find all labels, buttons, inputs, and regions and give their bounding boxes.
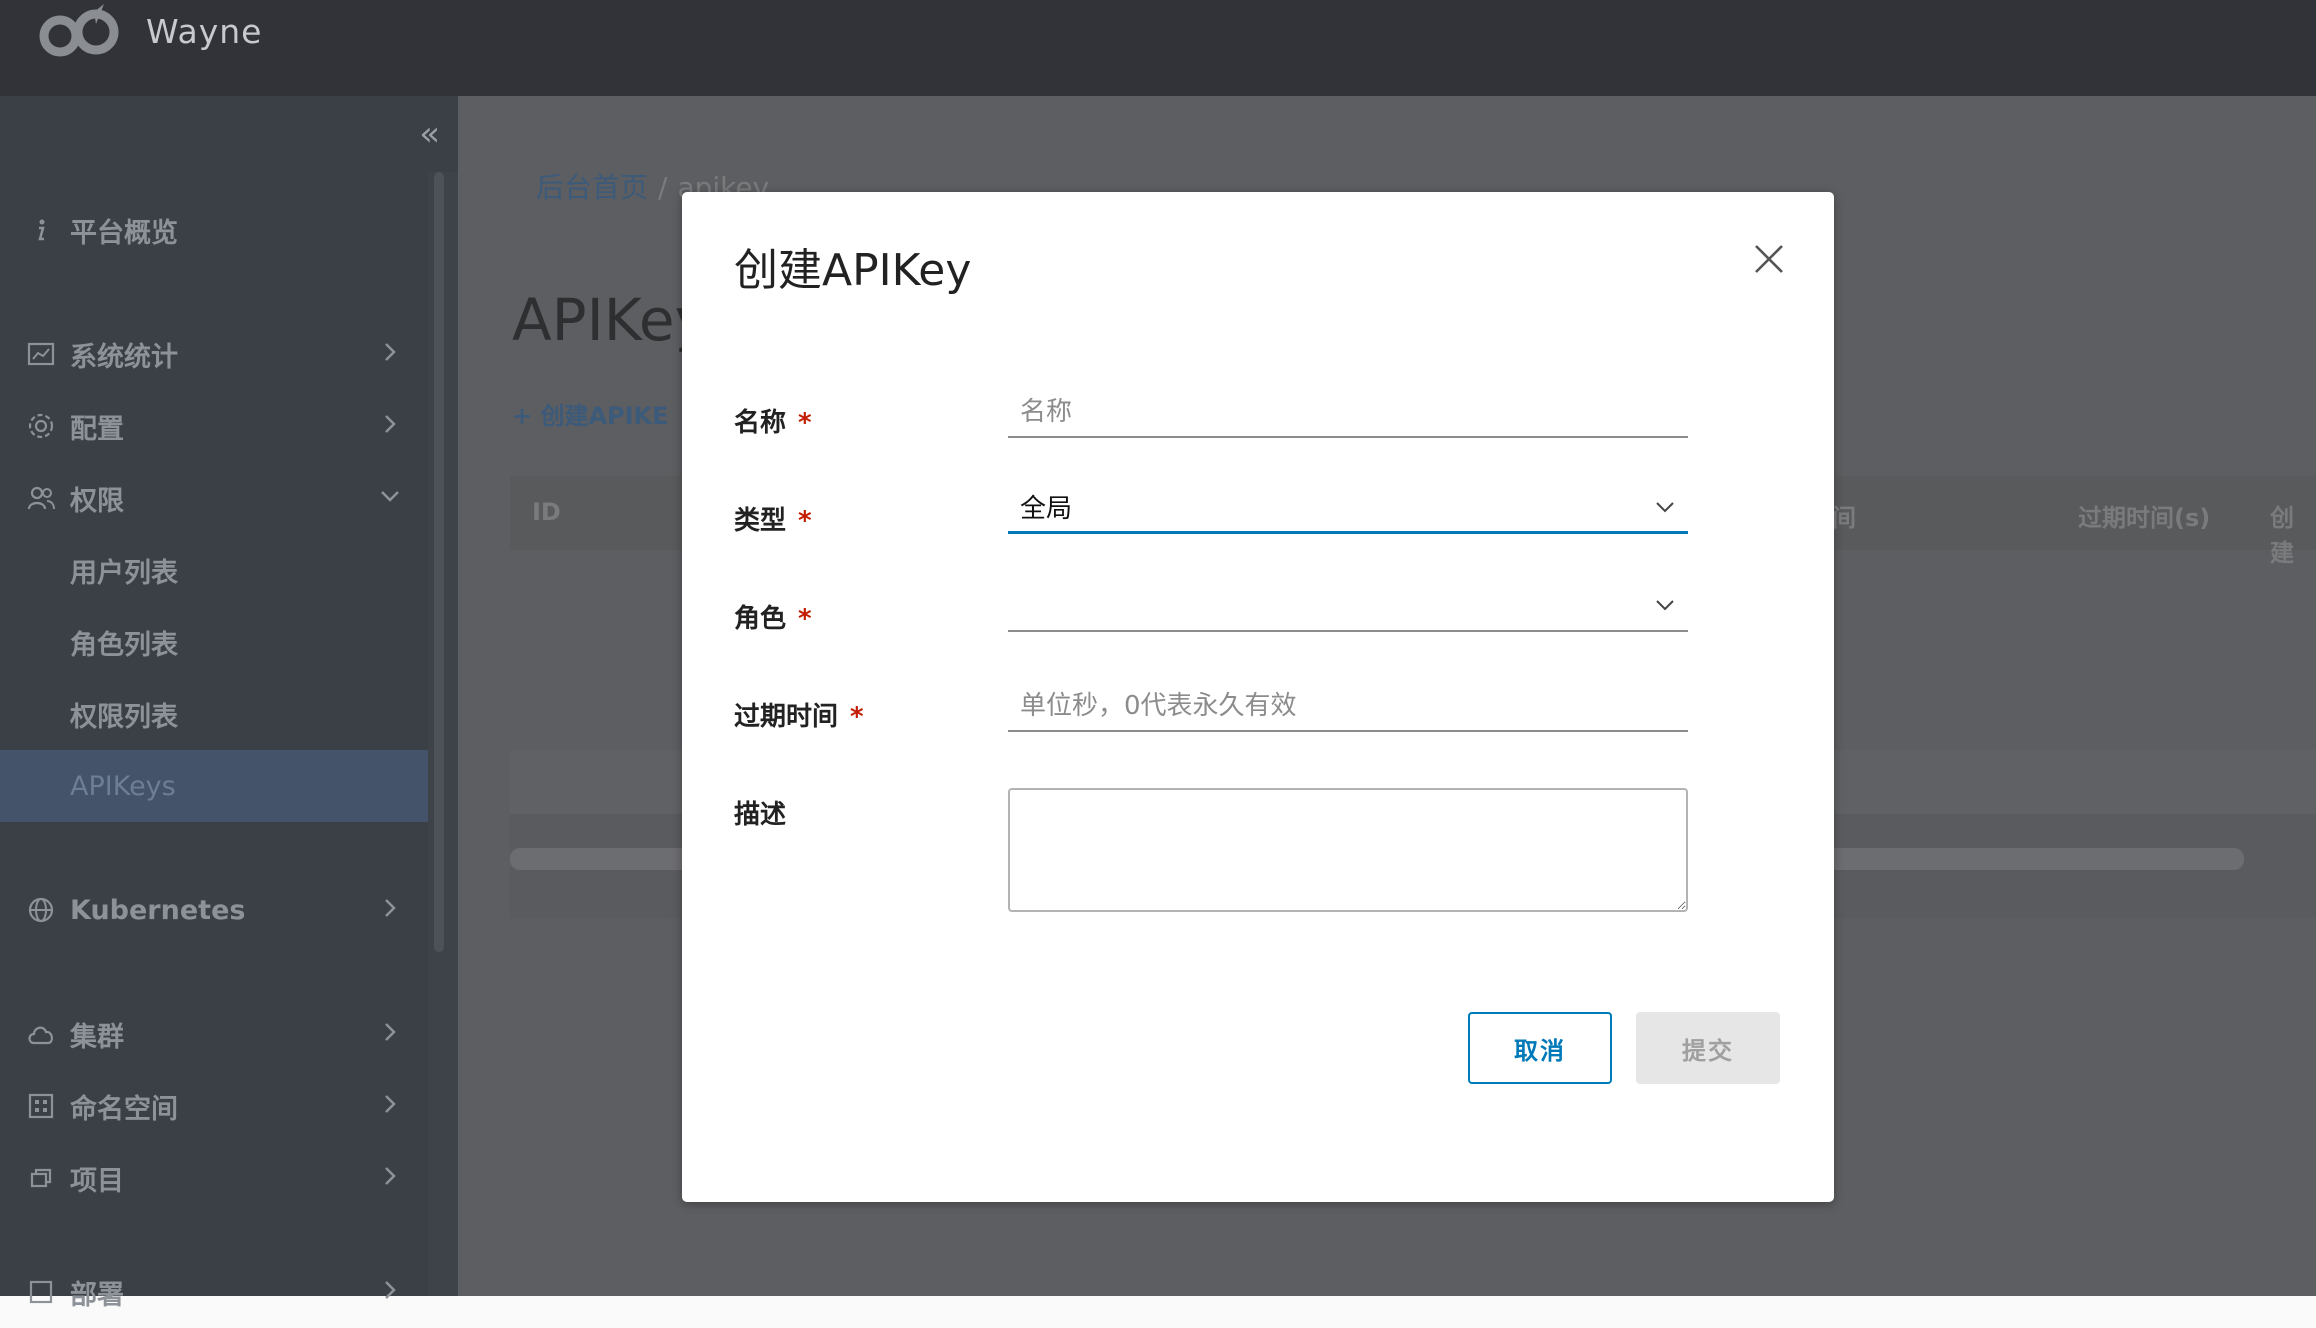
- expire-label: 过期时间 *: [734, 696, 864, 733]
- sidebar-item-user-list[interactable]: 用户列表: [0, 534, 428, 606]
- users-icon: [26, 483, 56, 513]
- sidebar-item-label: 集群: [70, 1021, 124, 1053]
- type-label: 类型 *: [734, 500, 812, 537]
- column-header-id[interactable]: ID: [532, 498, 561, 526]
- copy-icon: [26, 1163, 56, 1193]
- sidebar-item-kubernetes[interactable]: Kubernetes: [0, 874, 428, 946]
- name-input[interactable]: [1008, 388, 1688, 438]
- wayne-logo-icon: [39, 4, 119, 57]
- type-select[interactable]: 全局: [1008, 482, 1688, 534]
- expire-label-text: 过期时间: [734, 702, 839, 732]
- brand-name: Wayne: [146, 12, 263, 51]
- submit-button[interactable]: 提交: [1636, 1012, 1780, 1084]
- sidebar-item-config[interactable]: 配置: [0, 390, 428, 462]
- cloud-icon: [26, 1019, 56, 1049]
- required-marker: *: [798, 408, 812, 438]
- sidebar-item-namespaces[interactable]: 命名空间: [0, 1070, 428, 1142]
- sidebar-item-label: 配置: [70, 413, 124, 445]
- sidebar-item-label: 用户列表: [70, 557, 178, 589]
- column-header-expire[interactable]: 过期时间(s): [2078, 498, 2210, 533]
- sidebar-item-label: 权限: [70, 485, 124, 517]
- sidebar-item-label: APIKeys: [70, 770, 176, 802]
- column-header-time[interactable]: 间: [1832, 498, 1856, 533]
- info-icon: [26, 215, 56, 245]
- sidebar-item-clusters[interactable]: 集群: [0, 998, 428, 1070]
- sidebar-item-label: 平台概览: [70, 217, 178, 249]
- sidebar-item-label: 系统统计: [70, 341, 178, 373]
- role-label: 角色 *: [734, 598, 812, 635]
- sidebar-item-label: 角色列表: [70, 629, 178, 661]
- collapse-sidebar-icon[interactable]: «: [419, 114, 440, 154]
- sidebar-item-apikeys[interactable]: APIKeys: [0, 750, 428, 822]
- dialog-title: 创建APIKey: [734, 245, 972, 296]
- role-label-text: 角色: [734, 604, 787, 634]
- chart-icon: [26, 339, 56, 369]
- sidebar-item-permission-list[interactable]: 权限列表: [0, 678, 428, 750]
- sidebar: « 平台概览 系统统计 配置 权限 用户列表 角色列表 权限列表 APIKeys…: [0, 96, 458, 1311]
- sidebar-item-label: 命名空间: [70, 1093, 178, 1125]
- description-textarea[interactable]: [1008, 788, 1688, 912]
- column-header-created[interactable]: 创建: [2270, 498, 2316, 568]
- create-apikey-link[interactable]: + 创建APIKE: [512, 396, 669, 431]
- type-selected-value: 全局: [1020, 494, 1073, 524]
- chevron-right-icon: [385, 1023, 396, 1041]
- sidebar-scroll-thumb[interactable]: [434, 172, 444, 952]
- sidebar-item-role-list[interactable]: 角色列表: [0, 606, 428, 678]
- breadcrumb-separator: /: [658, 171, 668, 204]
- chevron-right-icon: [385, 1281, 396, 1299]
- sidebar-item-label: 项目: [70, 1165, 124, 1197]
- top-header: Wayne: [0, 0, 2316, 96]
- grid-icon: [26, 1091, 56, 1121]
- chevron-right-icon: [385, 415, 396, 433]
- name-label: 名称 *: [734, 402, 812, 439]
- close-icon[interactable]: [1752, 242, 1786, 276]
- sidebar-item-statistics[interactable]: 系统统计: [0, 318, 428, 390]
- description-label-text: 描述: [734, 800, 787, 830]
- role-select[interactable]: [1008, 580, 1688, 632]
- chevron-down-icon: [1656, 502, 1674, 513]
- chevron-down-icon: [1656, 600, 1674, 611]
- sidebar-item-projects[interactable]: 项目: [0, 1142, 428, 1214]
- sidebar-item-overview[interactable]: 平台概览: [0, 194, 428, 266]
- sidebar-item-label: 权限列表: [70, 701, 178, 733]
- required-marker: *: [798, 604, 812, 634]
- expire-input[interactable]: [1008, 682, 1688, 732]
- sidebar-scrollbar[interactable]: [428, 172, 458, 1296]
- globe-icon: [26, 895, 56, 925]
- chevron-right-icon: [385, 343, 396, 361]
- chevron-down-icon: [381, 491, 399, 502]
- chevron-right-icon: [385, 1167, 396, 1185]
- sidebar-item-label: Kubernetes: [70, 894, 246, 926]
- sidebar-item-label: 部署: [70, 1279, 124, 1311]
- required-marker: *: [798, 506, 812, 536]
- type-label-text: 类型: [734, 506, 787, 536]
- chevron-right-icon: [385, 899, 396, 917]
- breadcrumb-home-link[interactable]: 后台首页: [536, 171, 648, 204]
- gear-icon: [26, 411, 56, 441]
- required-marker: *: [850, 702, 864, 732]
- create-apikey-dialog: 创建APIKey 名称 * 类型 * 全局 角色 * 过期时间 * 描述 取消 提交: [682, 192, 1834, 1202]
- chevron-right-icon: [385, 1095, 396, 1113]
- description-label: 描述: [734, 794, 786, 831]
- page-title: APIKey: [512, 286, 709, 354]
- cancel-button[interactable]: 取消: [1468, 1012, 1612, 1084]
- deploy-icon: [26, 1277, 56, 1307]
- sidebar-item-deploy[interactable]: 部署: [0, 1256, 428, 1328]
- sidebar-item-permissions[interactable]: 权限: [0, 462, 428, 534]
- name-label-text: 名称: [734, 408, 787, 438]
